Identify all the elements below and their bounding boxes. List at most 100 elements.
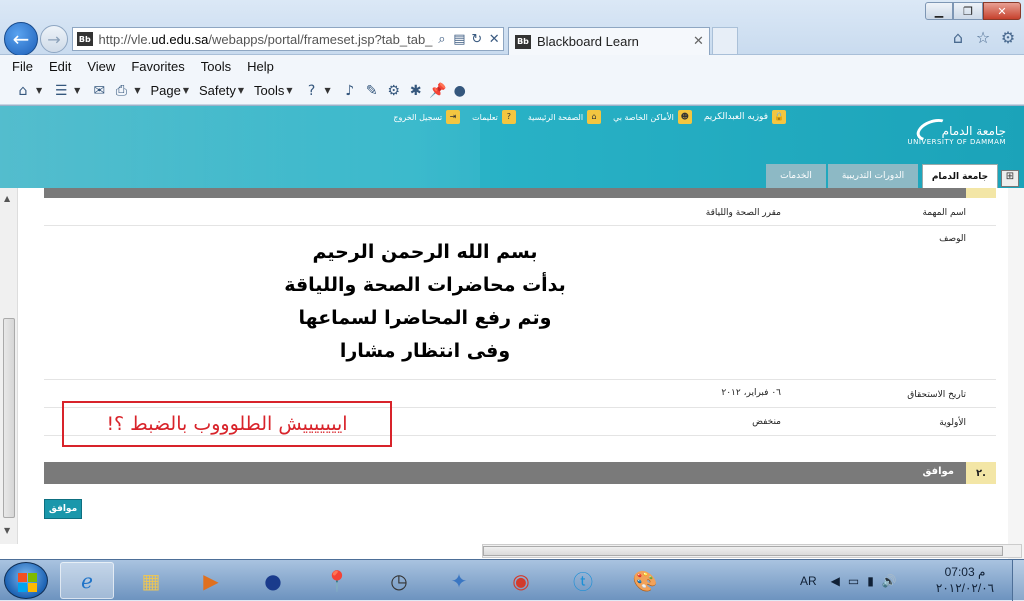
logout-link[interactable]: ⇥ تسجيل الخروج [393, 110, 461, 124]
show-hidden-icons-icon[interactable]: ◀ [831, 574, 840, 588]
home-link[interactable]: ⌂ الصفحة الرئيسية [528, 110, 602, 124]
section-header-bar [44, 188, 996, 198]
browser-tab[interactable]: Bb Blackboard Learn ✕ [508, 27, 710, 55]
taskbar-tapatalk-icon[interactable]: ⓣ [556, 562, 610, 599]
safety-menu[interactable]: Safety [199, 83, 236, 98]
taskbar-chrome-icon[interactable]: ◉ [494, 562, 548, 599]
chevron-down-icon[interactable]: ▼ [134, 86, 140, 95]
print-icon[interactable]: ⎙ [112, 83, 130, 99]
minimize-icon: ▁ [934, 4, 944, 18]
task-name-value: مقرر الصحة واللياقة [705, 208, 781, 218]
back-button[interactable]: ← [4, 22, 38, 56]
menu-tools[interactable]: Tools [201, 59, 231, 74]
forward-button[interactable]: → [40, 25, 68, 53]
chevron-down-icon[interactable]: ▼ [238, 86, 244, 95]
show-desktop-button[interactable] [1012, 560, 1024, 601]
scroll-up-icon[interactable]: ▲ [4, 194, 10, 203]
refresh-icon[interactable]: ↻ [468, 32, 485, 47]
help-icon[interactable]: ? [303, 83, 321, 99]
user-name-link[interactable]: 🔒 فوزيه العبدالكريم [704, 110, 786, 124]
tab-services[interactable]: الخدمات [766, 164, 826, 188]
tools-icon[interactable]: ✱ [407, 83, 425, 99]
browser-titlebar: ← → Bb http://vle.ud.edu.sa/webapps/port… [0, 0, 1024, 56]
university-logo[interactable]: جامعة الدمام UNIVERSITY OF DAMMAM [907, 124, 1006, 146]
tools-menu[interactable]: Tools [254, 83, 284, 98]
taskbar-clock-icon[interactable]: ◷ [372, 562, 426, 599]
new-tab-button[interactable] [712, 27, 738, 54]
taskbar-user-icon[interactable]: ● [246, 562, 300, 599]
language-indicator[interactable]: AR [800, 574, 817, 588]
chevron-down-icon[interactable]: ▼ [36, 86, 42, 95]
compatibility-icon[interactable]: ▤ [451, 32, 468, 47]
page-menu[interactable]: Page [150, 83, 180, 98]
tab-university[interactable]: جامعة الدمام [922, 164, 998, 188]
menu-favorites[interactable]: Favorites [131, 59, 184, 74]
tab-courses[interactable]: الدورات التدريبية [828, 164, 918, 188]
pin-icon[interactable]: 📌 [429, 83, 447, 99]
scrollbar-thumb[interactable] [3, 318, 15, 518]
building-icon: ⌂ [587, 110, 602, 124]
horizontal-scrollbar-thumb[interactable] [483, 546, 1003, 556]
windows-logo-icon-part [28, 583, 37, 592]
chevron-down-icon[interactable]: ▼ [74, 86, 80, 95]
arrow-left-icon: ← [12, 27, 30, 51]
minimize-button[interactable]: ▁ [925, 2, 953, 20]
command-bar: ⌂ ▼ ☰ ▼ ✉ ⎙ ▼ Page ▼ Safety ▼ Tools ▼ ? ▼ ♪ ✎ ⚙… [0, 77, 1024, 105]
tab-settings-icon[interactable]: ⊞ [1001, 170, 1019, 187]
taskbar-pin-icon[interactable]: 📍 [310, 562, 364, 599]
home-icon[interactable]: ⌂ [14, 83, 32, 99]
blackboard-header: 🔒 فوزيه العبدالكريم ☻ الأماكن الخاصة بي ⌂ ا… [0, 106, 1024, 188]
mail-icon[interactable]: ✉ [90, 83, 108, 99]
chevron-down-icon[interactable]: ▼ [325, 86, 331, 95]
network-icon[interactable]: ▭ [848, 574, 859, 588]
arrow-right-icon: → [47, 29, 61, 49]
taskbar-media-player-icon[interactable]: ▶ [184, 562, 238, 599]
url-text[interactable]: http://vle.ud.edu.sa/webapps/portal/fram… [99, 32, 434, 47]
battery-icon[interactable]: ▮ [867, 574, 874, 588]
priority-value: منخفض [752, 417, 781, 427]
blackboard-favicon-icon: Bb [77, 32, 93, 46]
help-link[interactable]: ? تعليمات [472, 110, 516, 124]
volume-icon[interactable]: 🔊 [882, 574, 897, 588]
menu-help[interactable]: Help [247, 59, 274, 74]
page-vertical-scrollbar[interactable] [1008, 188, 1024, 559]
scroll-down-icon[interactable]: ▼ [4, 526, 10, 535]
menu-file[interactable]: File [12, 59, 33, 74]
taskbar-messenger-icon[interactable]: ✦ [432, 562, 486, 599]
settings-gear-icon[interactable]: ⚙ [998, 28, 1018, 48]
people-icon: ☻ [677, 110, 692, 124]
address-bar[interactable]: Bb http://vle.ud.edu.sa/webapps/portal/f… [72, 27, 504, 51]
horizontal-scrollbar[interactable] [482, 544, 1022, 558]
maximize-button[interactable]: ❐ [953, 2, 983, 20]
chevron-down-icon[interactable]: ▼ [183, 86, 189, 95]
home-icon[interactable]: ⌂ [948, 28, 968, 48]
lock-icon: 🔒 [772, 110, 786, 124]
stop-icon[interactable]: ✕ [486, 32, 503, 47]
page-viewport: 🔒 فوزيه العبدالكريم ☻ الأماكن الخاصة بي ⌂ ا… [0, 105, 1024, 559]
start-button[interactable] [4, 562, 48, 599]
taskbar-internet-explorer-icon[interactable]: ℯ [60, 562, 114, 599]
close-button[interactable]: ✕ [983, 2, 1021, 20]
chevron-down-icon[interactable]: ▼ [286, 86, 292, 95]
tab-close-icon[interactable]: ✕ [693, 34, 709, 49]
favorites-star-icon[interactable]: ☆ [973, 28, 993, 48]
header-top-links: 🔒 فوزيه العبدالكريم ☻ الأماكن الخاصة بي ⌂ ا… [381, 110, 786, 124]
my-places-link[interactable]: ☻ الأماكن الخاصة بي [613, 110, 692, 124]
blackboard-favicon-icon: Bb [515, 34, 531, 49]
addon-icon[interactable]: ● [451, 83, 469, 99]
windows-logo-icon-part [28, 573, 37, 582]
search-icon[interactable]: ⌕ [433, 32, 450, 47]
music-note-icon[interactable]: ♪ [341, 83, 359, 99]
taskbar-paint-icon[interactable]: 🎨 [618, 562, 672, 599]
frame-scrollbar[interactable]: ▲ ▼ [0, 188, 18, 544]
system-tray: AR ◀ ▭ ▮ 🔊 [800, 562, 905, 599]
rss-feed-icon[interactable]: ☰ [52, 83, 70, 99]
taskbar-clock[interactable]: 07:03 م ٢٠١٢/٠٢/٠٦ [930, 564, 1000, 596]
gear-icon[interactable]: ⚙ [385, 83, 403, 99]
menu-edit[interactable]: Edit [49, 59, 71, 74]
annotation-text: ايييييييش الطلوووب بالضبط ؟! [106, 413, 348, 435]
ok-button[interactable]: موافق [44, 499, 82, 519]
taskbar-folder-icon[interactable]: ▦ [124, 562, 178, 599]
menu-view[interactable]: View [87, 59, 115, 74]
edit-icon[interactable]: ✎ [363, 83, 381, 99]
